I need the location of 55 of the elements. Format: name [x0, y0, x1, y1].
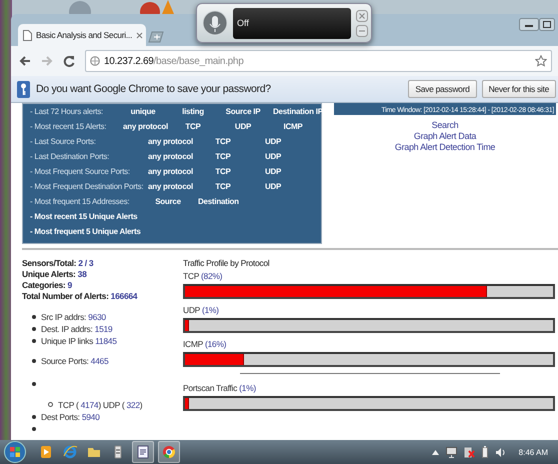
menu-link[interactable]: any protocol — [143, 167, 198, 176]
menu-link[interactable]: UDP — [248, 137, 298, 146]
menu-label: - Last Destination Ports: — [30, 152, 110, 161]
menu-link[interactable]: TCP — [198, 182, 248, 191]
menu-label: - Most Frequent Source Ports: — [30, 167, 131, 176]
menu-link[interactable]: any protocol — [118, 122, 168, 131]
nav-link[interactable]: Graph Alert Data — [414, 131, 476, 142]
menu-link[interactable]: TCP — [198, 152, 248, 161]
list-item: Dest. IP addrs: 1519 — [41, 324, 112, 334]
browser-tab[interactable]: Basic Analysis and Securi... — [18, 24, 146, 46]
menu-link[interactable]: - Most frequent 5 Unique Alerts — [30, 227, 141, 236]
address-field[interactable]: 10.237.2.69/base/base_main.php — [85, 50, 552, 72]
menu-label: - Last Source Ports: — [30, 137, 97, 146]
menu-link[interactable]: UDP — [248, 152, 298, 161]
menu-link[interactable]: Source IP — [218, 107, 268, 116]
bar-label: Portscan Traffic (1%) — [183, 383, 257, 394]
menu-link[interactable]: Destination — [193, 197, 244, 206]
nav-link[interactable]: Search — [432, 120, 458, 131]
bar-label: UDP (1%) — [183, 305, 220, 316]
password-button[interactable]: Never for this site — [482, 80, 556, 98]
menu-link[interactable]: ICMP — [268, 122, 318, 131]
menu-label: - Most Frequent Destination Ports: — [30, 182, 143, 191]
status-display: Off — [233, 8, 351, 38]
menu-link[interactable]: any protocol — [143, 182, 198, 191]
bar-label: TCP (82%) — [183, 271, 224, 282]
password-button[interactable]: Save password — [408, 80, 477, 98]
stat-line: Sensors/Total: 2 / 3 — [22, 258, 94, 269]
menu-link[interactable]: any protocol — [143, 152, 198, 161]
menu-link[interactable]: UDP — [218, 122, 268, 131]
menu-link[interactable]: any protocol — [143, 137, 198, 146]
list-item: Source Ports: 4465 — [41, 356, 108, 366]
menu-link[interactable]: UDP — [248, 167, 298, 176]
menu-label: - Most recent 15 Alerts: — [30, 122, 108, 131]
password-prompt: Do you want Google Chrome to save your password? — [36, 83, 272, 95]
bar-label: ICMP (16%) — [183, 339, 228, 350]
list-item: Dest Ports: 5940 — [41, 412, 100, 422]
list-item: Src IP addrs: 9630 — [41, 312, 106, 322]
menu-link[interactable]: TCP — [198, 137, 248, 146]
menu-link[interactable]: Source — [143, 197, 193, 206]
menu-link[interactable]: listing — [168, 107, 218, 116]
section-title: Traffic Profile by Protocol — [183, 258, 270, 269]
menu-link[interactable]: - Most recent 15 Unique Alerts — [30, 212, 138, 221]
list-item: TCP ( 4174) UDP ( 322) — [58, 400, 142, 410]
nav-link[interactable]: Graph Alert Detection Time — [394, 142, 496, 153]
clock[interactable]: 8:46 AM — [518, 448, 548, 456]
menu-link[interactable]: TCP — [198, 167, 248, 176]
menu-link[interactable]: unique — [118, 107, 168, 116]
stat-line: Total Number of Alerts: 166664 — [22, 291, 138, 302]
stat-line: Categories: 9 — [22, 280, 73, 291]
menu-link[interactable]: UDP — [248, 182, 298, 191]
list-item: Unique IP links 11845 — [41, 336, 117, 346]
menu-label: - Last 72 Hours alerts: — [30, 107, 104, 116]
stat-line: Unique Alerts: 38 — [22, 269, 88, 280]
menu-label: - Most frequent 15 Addresses: — [30, 197, 130, 206]
menu-link[interactable]: TCP — [168, 122, 218, 131]
